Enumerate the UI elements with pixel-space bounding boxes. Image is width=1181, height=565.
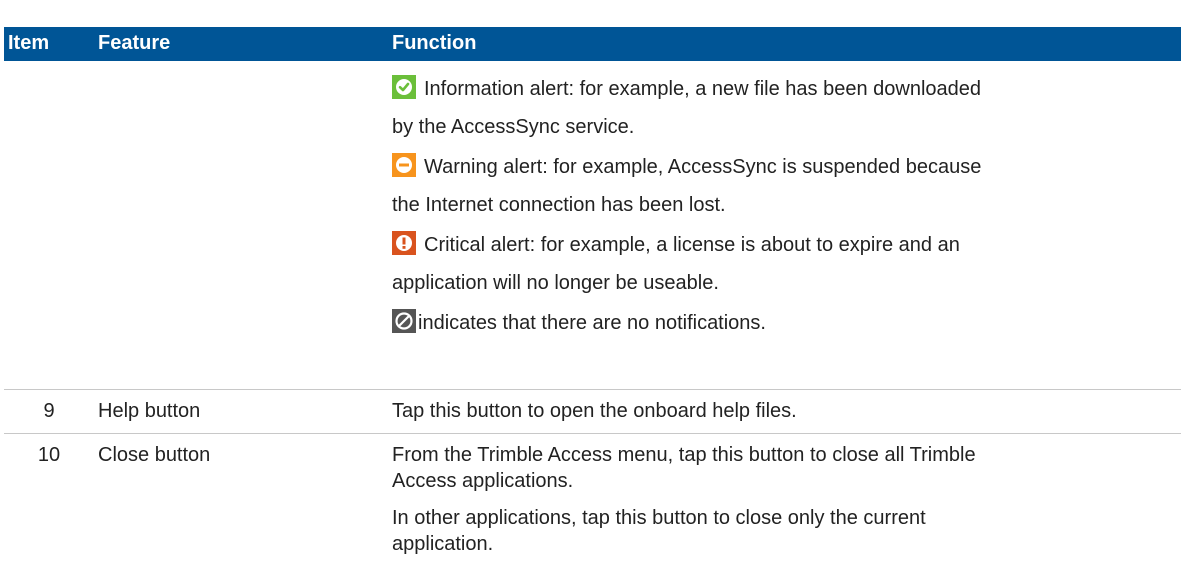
warning-alert-line2: the Internet connection has been lost. bbox=[392, 194, 726, 216]
info-alert-line2: by the AccessSync service. bbox=[392, 116, 635, 138]
row-feature-name: Close button bbox=[98, 444, 211, 466]
table-row: 9 Help button Tap this button to open th… bbox=[4, 390, 1181, 434]
close-function-line3: In other applications, tap this button t… bbox=[392, 507, 926, 529]
row-feature-name: Help button bbox=[98, 400, 201, 422]
critical-alert-line2: application will no longer be useable. bbox=[392, 272, 719, 294]
table-header: Item Feature Function bbox=[4, 27, 1181, 61]
close-function-line4: application. bbox=[392, 533, 494, 555]
header-function: Function bbox=[392, 32, 477, 54]
info-alert-text: Information alert: for example, a new fi… bbox=[424, 78, 982, 100]
exclamation-circle-icon bbox=[392, 231, 416, 255]
info-alert-line1: Information alert: for example, a new fi… bbox=[392, 75, 981, 103]
check-circle-icon bbox=[392, 75, 416, 99]
row-item-number: 9 bbox=[43, 400, 55, 422]
table-row: 10 Close button From the Trimble Access … bbox=[4, 434, 1181, 565]
header-item: Item bbox=[8, 32, 50, 54]
close-function-line1: From the Trimble Access menu, tap this b… bbox=[392, 444, 976, 466]
row-function-text: Tap this button to open the onboard help… bbox=[392, 400, 797, 422]
no-notifications-icon bbox=[392, 309, 416, 333]
no-notifications-text: indicates that there are no notification… bbox=[418, 312, 766, 334]
close-function-line2: Access applications. bbox=[392, 470, 574, 492]
warning-alert-text: Warning alert: for example, AccessSync i… bbox=[424, 156, 982, 178]
warning-alert-line1: Warning alert: for example, AccessSync i… bbox=[392, 153, 981, 181]
table-row: Information alert: for example, a new fi… bbox=[4, 61, 1181, 390]
no-notifications-line: indicates that there are no notification… bbox=[392, 309, 766, 337]
minus-circle-icon bbox=[392, 153, 416, 177]
critical-alert-text: Critical alert: for example, a license i… bbox=[424, 234, 960, 256]
header-feature: Feature bbox=[98, 32, 171, 54]
critical-alert-line1: Critical alert: for example, a license i… bbox=[392, 231, 960, 259]
row-item-number: 10 bbox=[37, 444, 61, 466]
